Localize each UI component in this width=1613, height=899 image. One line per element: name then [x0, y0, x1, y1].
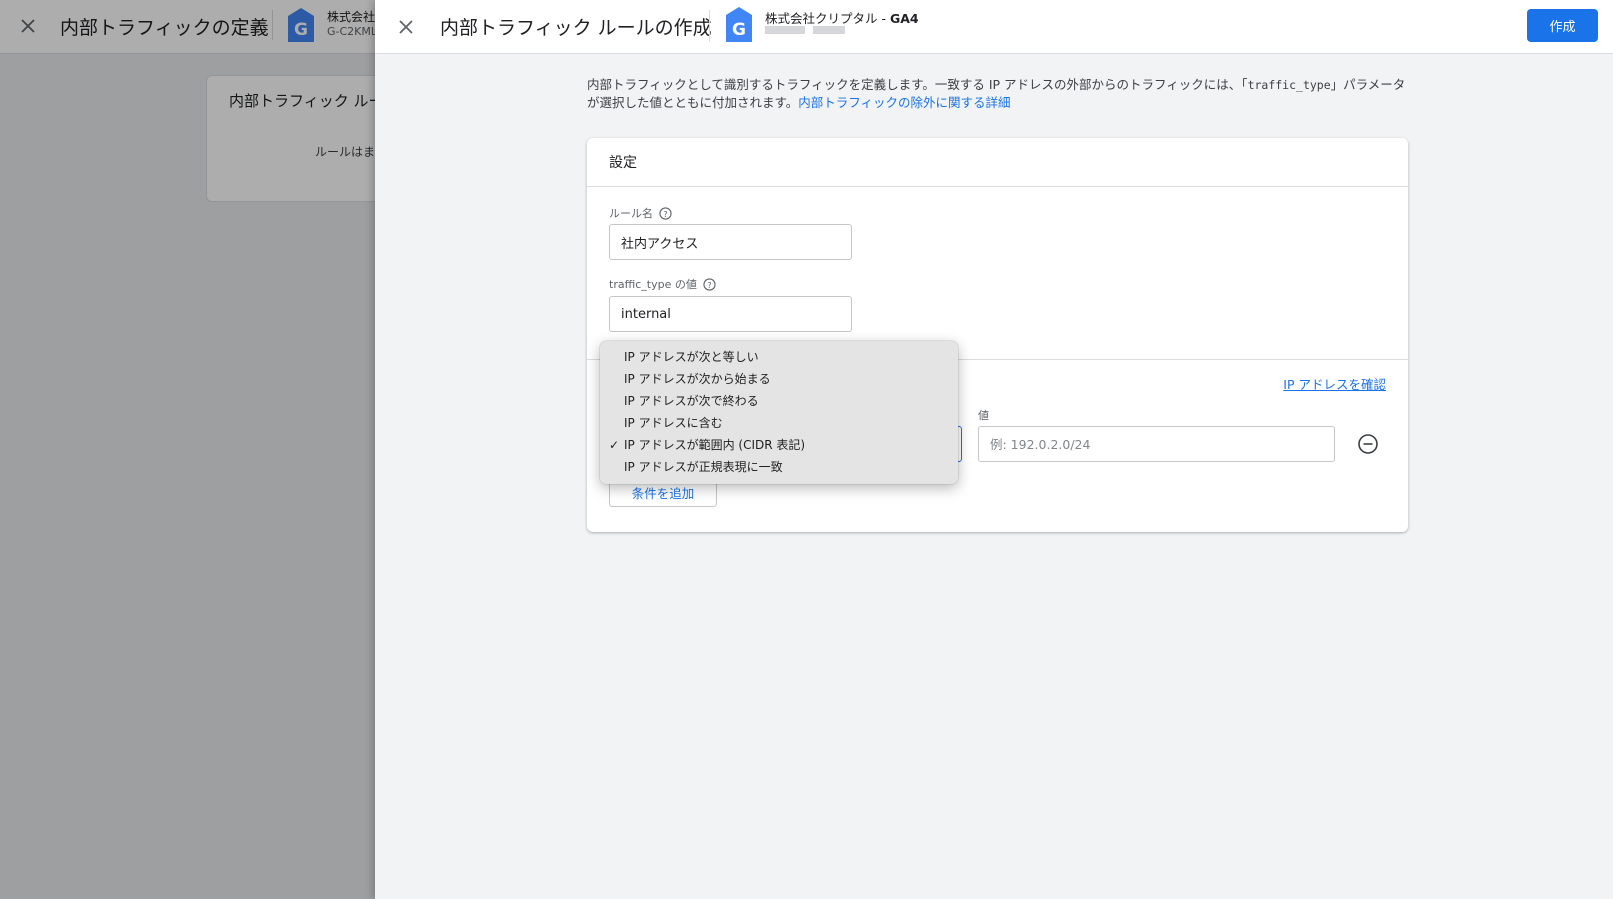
menu-item[interactable]: IP アドレスに含む: [600, 412, 958, 434]
menu-item[interactable]: IP アドレスが次から始まる: [600, 368, 958, 390]
check-ip-address-link[interactable]: IP アドレスを確認: [1283, 374, 1386, 393]
help-icon[interactable]: ?: [703, 277, 716, 291]
menu-item-label: IP アドレスに含む: [624, 416, 723, 430]
menu-item-label: IP アドレスが次と等しい: [624, 350, 759, 364]
checkmark-icon: ✓: [609, 438, 620, 452]
ga-property-icon: G: [726, 7, 752, 42]
menu-item[interactable]: IP アドレスが正規表現に一致: [600, 456, 958, 478]
svg-text:G: G: [732, 20, 746, 40]
svg-text:?: ?: [707, 279, 711, 289]
learn-more-link[interactable]: 内部トラフィックの除外に関する詳細: [798, 95, 1010, 110]
help-icon[interactable]: ?: [659, 206, 672, 220]
menu-item[interactable]: IP アドレスが次で終わる: [600, 390, 958, 412]
header-divider: [709, 10, 710, 42]
svg-text:?: ?: [663, 208, 667, 218]
menu-item-label: IP アドレスが次で終わる: [624, 394, 759, 408]
create-rule-panel: 内部トラフィック ルールの作成 G 株式会社クリプタル - GA4 作成 内部ト…: [375, 0, 1613, 899]
property-name: 株式会社クリプタル - GA4: [765, 11, 919, 26]
panel-header: 内部トラフィック ルールの作成 G 株式会社クリプタル - GA4 作成: [375, 0, 1613, 54]
menu-item-label: IP アドレスが範囲内 (CIDR 表記): [624, 438, 806, 452]
menu-item[interactable]: IP アドレスが次と等しい: [600, 346, 958, 368]
rule-name-input[interactable]: [609, 224, 852, 260]
page-title: 内部トラフィック ルールの作成: [440, 17, 712, 39]
create-button[interactable]: 作成: [1527, 9, 1598, 42]
match-type-dropdown-menu: IP アドレスが次と等しい IP アドレスが次から始まる IP アドレスが次で終わる…: [600, 341, 958, 484]
value-label: 値: [978, 409, 989, 422]
ip-value-input[interactable]: [978, 426, 1335, 462]
menu-item-label: IP アドレスが正規表現に一致: [624, 460, 783, 474]
menu-item-label: IP アドレスが次から始まる: [624, 372, 771, 386]
traffic-type-input[interactable]: [609, 296, 852, 332]
remove-condition-icon[interactable]: [1357, 433, 1379, 455]
menu-item[interactable]: ✓ IP アドレスが範囲内 (CIDR 表記): [600, 434, 958, 456]
property-id-redacted: [765, 26, 845, 36]
intro-description: 内部トラフィックとして識別するトラフィックを定義します。一致する IP アドレス…: [587, 77, 1406, 110]
divider: [587, 186, 1408, 187]
rule-name-label: ルール名 ?: [609, 205, 672, 221]
traffic-type-label: traffic_type の値 ?: [609, 276, 716, 292]
settings-title: 設定: [609, 155, 637, 171]
close-icon[interactable]: [393, 14, 419, 40]
